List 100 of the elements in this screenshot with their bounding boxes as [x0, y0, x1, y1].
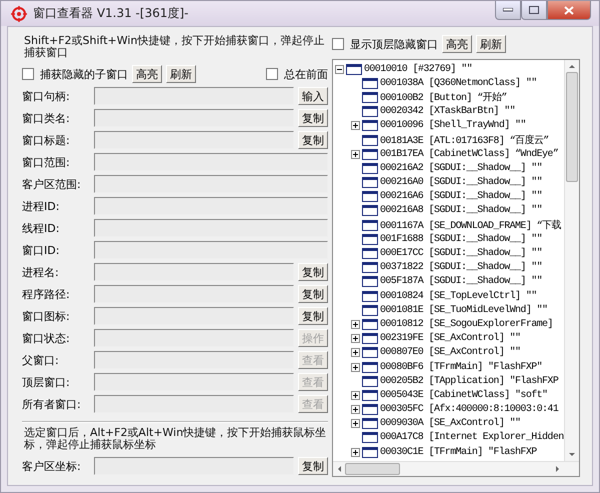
field-label: 客户区范围: — [22, 176, 82, 192]
field-label: 进程名: — [22, 264, 60, 280]
window-icon — [362, 220, 378, 231]
field-button[interactable]: 复制 — [298, 131, 328, 149]
window-icon — [362, 390, 378, 401]
checkbox[interactable] — [22, 68, 34, 80]
expand-icon[interactable] — [351, 362, 360, 372]
tree-item[interactable]: 000305FC [Afx:400000:8:10003:0:41 — [380, 404, 558, 416]
field-button[interactable]: 复制 — [298, 285, 328, 303]
field-label: 窗口ID: — [22, 242, 60, 258]
scroll-thumb[interactable] — [345, 463, 400, 475]
tree-item[interactable]: 000216A0 [SGDUI:__Shadow__] "" — [380, 177, 542, 188]
window-icon — [362, 347, 378, 358]
tree-item[interactable]: 000205B2 [TApplication] "FlashFXP — [380, 376, 558, 387]
close-button[interactable] — [547, 1, 591, 20]
expand-icon[interactable] — [351, 121, 360, 130]
field-button[interactable]: 输入 — [298, 87, 328, 105]
window-icon — [362, 446, 378, 458]
shortcut-hint: 选定窗口后，Alt+F2或Alt+Win快捷键，按下开始捕获鼠标坐标，弹起停止捕获鼠标坐标 — [24, 427, 328, 451]
tree-item[interactable]: 0009030A [SE_AxControl] "" — [380, 418, 520, 430]
field-label: 窗口句柄: — [22, 88, 71, 104]
tree-item[interactable]: 00181A3E [ATL:017163F8] “百度云” — [380, 133, 549, 148]
tree-item[interactable]: 002319FE [SE_AxControl] "" — [380, 333, 520, 344]
window-icon — [362, 362, 378, 373]
tree-item[interactable]: 0001167A [SE_DOWNLOAD_FRAME] “下载 — [380, 218, 561, 232]
tree-item[interactable]: 001B17EA [CabinetWClass] “WndEye” — [380, 148, 558, 160]
window-icon — [362, 248, 378, 260]
field-label: 窗口范围: — [22, 154, 71, 170]
window-icon — [362, 290, 378, 302]
tree-item[interactable]: 000A17C8 [Internet Explorer_Hidden — [380, 432, 564, 444]
refresh-button[interactable]: 刷新 — [476, 35, 506, 53]
field-label: 顶层窗口: — [22, 374, 71, 390]
tree-item[interactable]: 000216A2 [SGDUI:__Shadow__] "" — [380, 162, 542, 174]
maximize-icon — [529, 6, 539, 14]
expand-icon[interactable] — [351, 448, 360, 457]
tree-item[interactable]: 00010824 [SE_TopLevelCtrl] "" — [380, 290, 537, 302]
tree-item[interactable]: 0005043E [CabinetWClass] "soft" — [380, 390, 548, 401]
minimize-button[interactable] — [495, 1, 521, 20]
tree-item[interactable]: 00010096 [Shell_TrayWnd] "" — [380, 120, 526, 132]
tree-item[interactable]: 00010010 [#32769] "" — [364, 64, 472, 75]
expand-icon[interactable] — [351, 150, 360, 159]
window-icon — [362, 92, 378, 103]
field-label: 客户区坐标: — [22, 458, 82, 474]
window-icon — [362, 120, 378, 132]
window-icon — [362, 162, 378, 174]
window-icon — [362, 191, 378, 202]
close-icon — [564, 6, 574, 14]
tree-item[interactable]: 000216A6 [SGDUI:__Shadow__] "" — [380, 191, 542, 202]
checkbox-label: 捕获隐藏的子窗口 — [40, 66, 128, 82]
maximize-button[interactable] — [521, 1, 547, 20]
window-icon — [362, 134, 378, 146]
field-button[interactable]: 复制 — [298, 109, 328, 127]
expand-icon[interactable] — [351, 405, 360, 414]
tree-item[interactable]: 001F1688 [SGDUI:__Shadow__] "" — [380, 234, 542, 245]
field-button[interactable]: 复制 — [298, 263, 328, 281]
collapse-icon[interactable] — [335, 64, 344, 74]
highlight-button[interactable]: 高亮 — [132, 65, 162, 83]
field-label: 所有者窗口: — [22, 396, 82, 412]
scroll-thumb[interactable] — [566, 72, 578, 182]
window-icon — [362, 318, 378, 330]
field-label: 窗口类名: — [22, 110, 71, 126]
window-icon — [362, 418, 378, 430]
window-title: 窗口查看器 V1.31 -[361度]- — [33, 5, 188, 22]
tree-item[interactable]: 000100B2 [Button] “开始” — [380, 90, 507, 104]
field-label: 线程ID: — [22, 220, 60, 236]
tree-item[interactable]: 00080BF6 [TFrmMain] "FlashFXP" — [380, 362, 542, 373]
expand-icon[interactable] — [351, 320, 360, 329]
horizontal-scrollbar[interactable] — [333, 461, 579, 476]
tree-item[interactable]: 00030C1E [TFrmMain] "FlashFXP — [380, 446, 537, 458]
tree-item[interactable]: 00020342 [XTaskBarBtn] "" — [380, 106, 516, 118]
field-button[interactable]: 复制 — [298, 307, 328, 325]
tree-item[interactable]: 000216A8 [SGDUI:__Shadow__] "" — [380, 205, 542, 216]
tree-item[interactable]: 00010812 [SE_SogouExplorerFrame] — [380, 318, 553, 330]
refresh-button[interactable]: 刷新 — [166, 65, 196, 83]
window-icon — [362, 205, 378, 216]
tree-item[interactable]: 000807E0 [SE_AxControl] "" — [380, 347, 520, 358]
highlight-button[interactable]: 高亮 — [442, 35, 472, 53]
expand-icon[interactable] — [351, 390, 360, 400]
checkbox[interactable] — [266, 68, 278, 80]
window-icon — [362, 106, 378, 118]
tree-item[interactable]: 0001081E [SE_TuoMidLevelWnd] "" — [380, 304, 548, 316]
minimize-icon — [503, 8, 513, 12]
tree-item[interactable]: 005F187A [SGDUI:__Shadow__] "" — [380, 276, 542, 288]
field-label: 父窗口: — [22, 352, 60, 368]
expand-icon[interactable] — [351, 419, 360, 428]
window-icon — [346, 64, 362, 75]
window-icon — [362, 78, 378, 89]
window-icon — [362, 177, 378, 188]
tree-item[interactable]: 000E17CC [SGDUI:__Shadow__] "" — [380, 248, 542, 260]
window-icon — [362, 404, 378, 416]
field-label: 进程ID: — [22, 198, 60, 214]
expand-icon[interactable] — [351, 334, 360, 344]
vertical-scrollbar[interactable] — [564, 60, 579, 461]
field-label: 窗口标题: — [22, 132, 71, 148]
checkbox[interactable] — [332, 38, 344, 50]
field-button[interactable]: 复制 — [298, 457, 328, 475]
tree-item[interactable]: 00371822 [SGDUI:__Shadow__] "" — [380, 262, 542, 274]
tree-item[interactable]: 0001038A [Q360NetmonClass] "" — [380, 78, 537, 89]
checkbox-label: 总在前面 — [284, 66, 328, 82]
expand-icon[interactable] — [351, 348, 360, 358]
